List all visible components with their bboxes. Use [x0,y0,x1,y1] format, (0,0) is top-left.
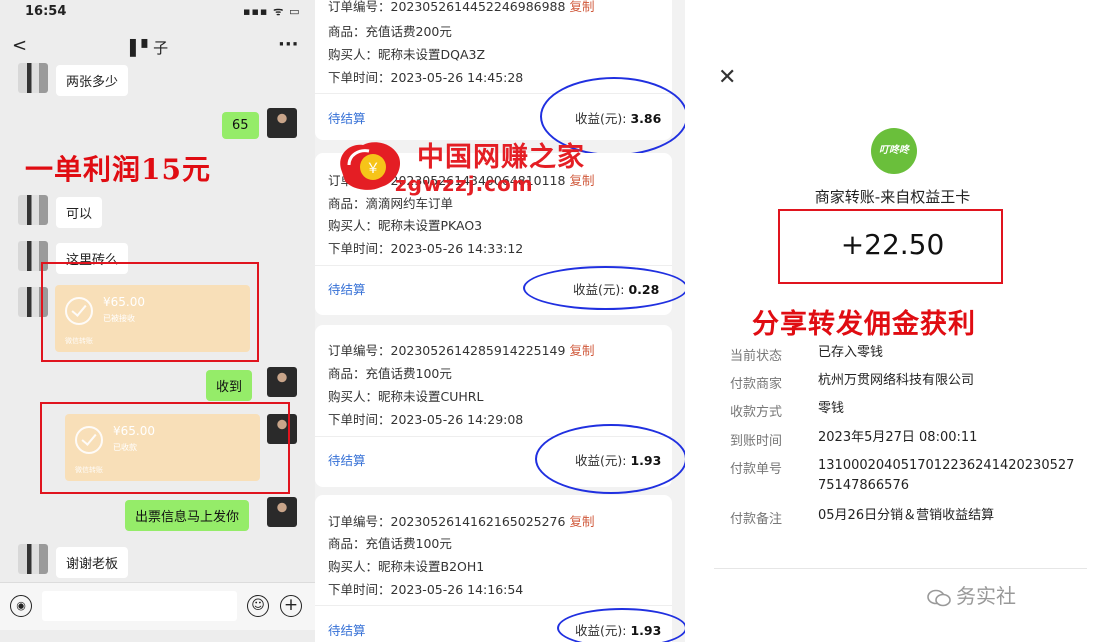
merchant-logo: 叮咚咚 [871,128,917,174]
status-bar: 16:54 ▪▪▪ ᯤ ▭ [0,0,315,24]
detail-label: 到账时间 [730,434,783,449]
detail-label: 收款方式 [730,405,783,420]
order-id-row: 订单编号：2023052614162165025276 复制 [328,511,594,530]
order-time: 下单时间：2023-05-26 14:16:54 [328,582,524,597]
order-buyer: 购买人：昵称未设置PKAO3 [328,218,483,233]
message-bubble: 两张多少 [56,65,129,96]
pending-status: 待结算 [328,453,366,468]
order-time: 下单时间：2023-05-26 14:29:08 [328,412,524,427]
detail-value: 已存入零钱 [818,345,884,360]
watermark-name: 中国网赚之家 [417,142,585,173]
avatar[interactable] [18,195,48,225]
profit-caption: 一单利润15元 [25,153,211,186]
detail-label: 付款商家 [730,377,783,392]
avatar[interactable] [267,108,297,138]
contact-name: ▌▘子 [130,39,169,57]
order-id: 订单编号：2023052614452246986988 [328,0,566,14]
message-input[interactable] [42,591,237,621]
wechat-icon [927,589,951,606]
yuan-symbol: ￥ [366,161,380,177]
avatar[interactable] [267,497,297,527]
highlight-box [40,402,290,494]
order-time: 下单时间：2023-05-26 14:33:12 [328,241,524,256]
plus-icon[interactable]: + [280,595,302,617]
merchant-title: 商家转账-来自权益王卡 [814,188,971,206]
detail-value: 2023年5月27日 08:00:11 [818,430,978,445]
detail-value: 零钱 [818,401,845,416]
copy-link[interactable]: 复制 [569,514,594,529]
message-bubble: 出票信息马上发你 [125,500,250,531]
detail-label: 付款备注 [730,512,783,527]
site-watermark: ￥ 中国网赚之家 zgwzzj.com [335,135,595,196]
avatar[interactable] [18,63,48,93]
input-bar: ◉ ☺ + [0,582,315,630]
order-time: 下单时间：2023-05-26 14:45:28 [328,70,524,85]
order-product: 商品：充值话费100元 [328,536,452,551]
order-id: 订单编号：2023052614162165025276 [328,514,566,529]
message-bubble: 谢谢老板 [56,547,129,578]
highlight-circle [535,424,685,494]
signal-wifi-battery-icon: ▪▪▪ ᯤ ▭ [243,5,301,18]
account-name: 务实社 [956,584,1016,608]
pending-status: 待结算 [328,111,366,126]
voice-icon[interactable]: ◉ [10,595,32,617]
chat-panel: 16:54 ▪▪▪ ᯤ ▭ < ▌▘子 ··· 两张多少 65 一单利润15元 … [0,0,315,642]
message-bubble: 收到 [206,370,253,401]
highlight-box [41,262,259,362]
order-id: 订单编号：2023052614285914225149 [328,343,566,358]
detail-label: 付款单号 [730,462,783,477]
orders-panel: 订单编号：2023052614452246986988 复制 商品：充值话费20… [315,0,685,642]
message-bubble: 可以 [56,197,103,228]
receipt-panel: ✕ 叮咚咚 商家转账-来自权益王卡 +22.50 分享转发佣金获利 当前状态 已… [690,0,1095,642]
pending-status: 待结算 [328,282,366,297]
order-buyer: 购买人：昵称未设置B2OH1 [328,559,485,574]
detail-value: 05月26日分销＆营销收益结算 [818,508,995,523]
highlight-circle [557,608,685,642]
divider [714,568,1087,569]
order-product: 商品：充值话费100元 [328,366,452,381]
highlight-box [778,209,1003,284]
pending-status: 待结算 [328,623,366,638]
watermark-url: zgwzzj.com [395,172,534,196]
order-product: 商品：充值话费200元 [328,24,452,39]
chat-header: < ▌▘子 ··· [0,30,315,64]
highlight-circle [523,266,685,310]
avatar[interactable] [18,544,48,574]
order-id-row: 订单编号：2023052614285914225149 复制 [328,340,594,359]
wechat-account-mark: 务实社 [926,580,1016,609]
order-id-row: 订单编号：2023052614452246986988 复制 [328,0,594,15]
back-arrow-icon[interactable]: < [12,35,27,56]
divider [315,605,672,606]
emoji-icon[interactable]: ☺ [247,595,269,617]
avatar[interactable] [267,367,297,397]
message-bubble: 65 [222,112,259,139]
share-caption: 分享转发佣金获利 [752,309,976,340]
detail-value: 1310002040517012236241420230527751478665… [818,458,1075,493]
copy-link[interactable]: 复制 [569,343,594,358]
close-icon[interactable]: ✕ [718,65,736,90]
order-buyer: 购买人：昵称未设置DQA3Z [328,47,486,62]
detail-label: 当前状态 [730,349,783,364]
more-icon[interactable]: ··· [278,34,299,55]
detail-value: 杭州万贯网络科技有限公司 [818,373,975,388]
status-time: 16:54 [25,4,67,19]
order-buyer: 购买人：昵称未设置CUHRL [328,389,484,404]
copy-link[interactable]: 复制 [569,0,594,14]
